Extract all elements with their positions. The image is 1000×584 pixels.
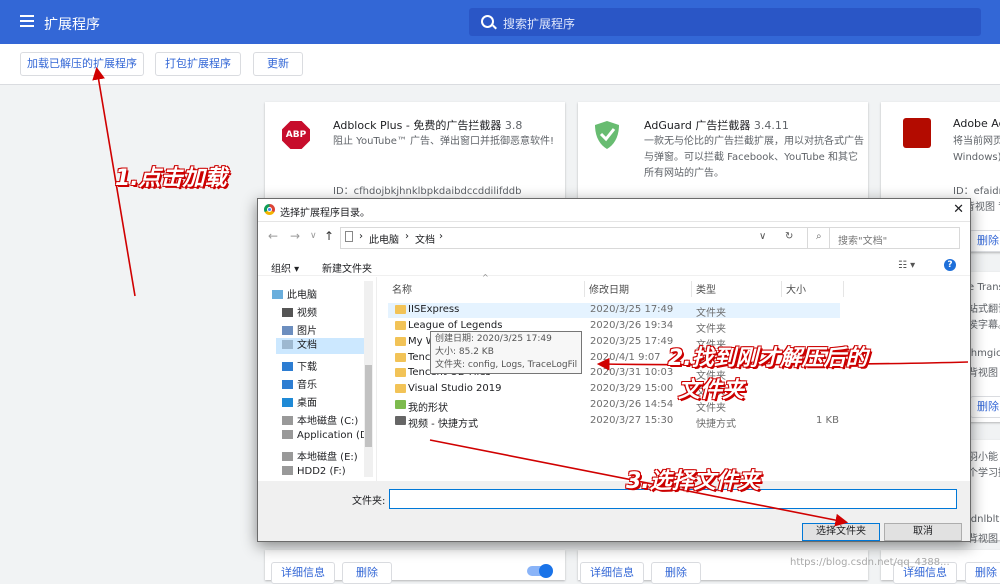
annotation-step-2: 2.找到刚才解压后的 (668, 346, 868, 371)
annotation-arrows (92, 66, 969, 527)
annotation-step-3: 3.选择文件夹 (626, 469, 760, 494)
annotation-step-2-line-2: 文件夹 (678, 378, 745, 403)
annotation-step-1: 1.点击加载 (115, 166, 227, 191)
watermark: https://blog.csdn.net/qq_4388... (790, 557, 950, 568)
